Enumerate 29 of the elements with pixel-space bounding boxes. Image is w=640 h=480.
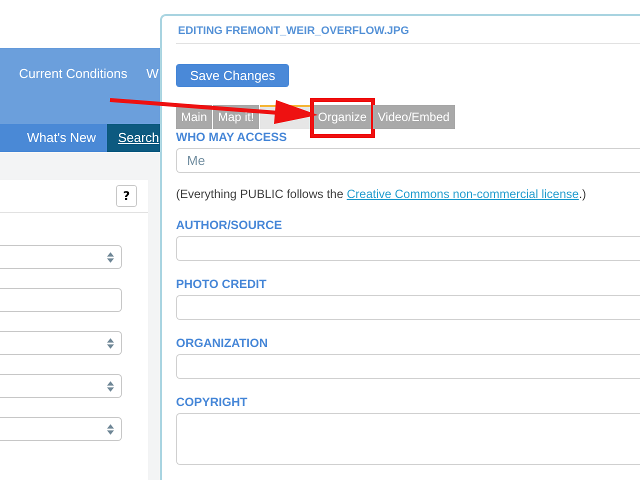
text-area[interactable] [176,413,640,465]
save-button[interactable]: Save Changes [176,64,290,87]
select-field[interactable] [0,374,122,398]
up-down-icon [107,338,114,348]
field-label: AUTHOR/SOURCE [176,218,282,232]
input-field[interactable] [176,295,640,320]
dialog-title: EDITING FREMONT_WEIR_OVERFLOW.JPG [176,16,640,44]
subnav-tab[interactable]: What's New [16,124,107,152]
tab[interactable]: Organize [313,105,372,129]
select-field[interactable] [0,331,122,355]
field-label: PHOTO CREDIT [176,277,266,291]
select-field[interactable] [0,245,122,269]
select-field[interactable] [0,417,122,441]
input-field[interactable] [176,354,640,379]
nav-link[interactable]: Current Conditions [19,66,128,81]
input-field[interactable]: Me [176,148,640,173]
license-note: (Everything PUBLIC follows the Creative Commons non-commercial license.) [176,187,586,201]
up-down-icon [107,380,114,392]
input-field[interactable] [0,288,122,312]
license-link[interactable]: Creative Commons non-commercial license [346,187,579,201]
field-label: COPYRIGHT [176,395,248,409]
tab[interactable]: Video/Embed [372,105,455,129]
input-field[interactable] [176,236,640,261]
nav-link[interactable]: W [146,66,159,81]
help-button[interactable]: ? [116,185,137,207]
field-label: ORGANIZATION [176,336,268,350]
up-down-icon [107,424,114,434]
up-down-icon [107,252,114,262]
field-label: WHO MAY ACCESS [176,130,287,144]
